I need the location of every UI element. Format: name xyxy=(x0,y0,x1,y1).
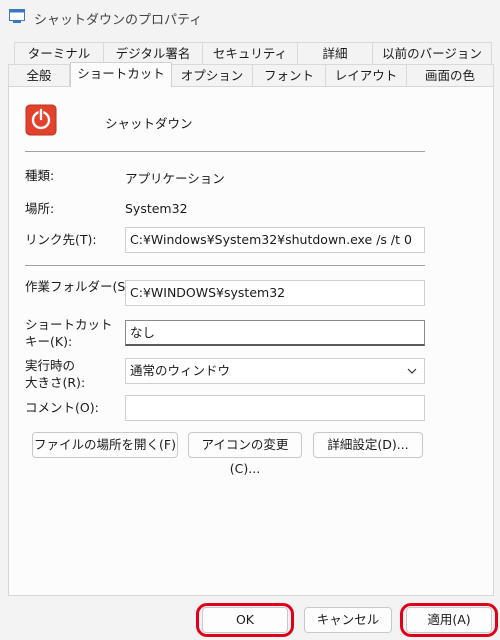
ok-button[interactable]: OK xyxy=(202,607,288,633)
window-title: シャットダウンのプロパティ xyxy=(34,13,203,28)
tab-options[interactable]: オプション xyxy=(171,64,253,86)
run-label-line1: 実行時の xyxy=(25,358,76,373)
location-label: 場所: xyxy=(25,201,55,216)
run-size-select[interactable]: 通常のウィンドウ xyxy=(125,358,425,384)
comment-label: コメント(O): xyxy=(25,400,99,415)
type-label: 種類: xyxy=(25,168,55,183)
advanced-button[interactable]: 詳細設定(D)... xyxy=(313,432,423,458)
hotkey-label-line2: キー(K): xyxy=(25,334,73,349)
tab-security[interactable]: セキュリティ xyxy=(202,42,298,64)
target-label: リンク先(T): xyxy=(25,232,97,247)
hotkey-field[interactable]: なし xyxy=(125,320,425,346)
tab-shortcut[interactable]: ショートカット xyxy=(70,62,172,87)
tab-layout[interactable]: レイアウト xyxy=(325,64,407,86)
open-file-location-button[interactable]: ファイルの場所を開く(F) xyxy=(32,432,178,458)
tab-terminal[interactable]: ターミナル xyxy=(14,42,104,64)
tab-font[interactable]: フォント xyxy=(252,64,326,86)
workdir-label: 作業フォルダー(S): xyxy=(25,279,135,294)
shortcut-name: シャットダウン xyxy=(105,116,193,131)
window-icon xyxy=(9,9,25,23)
cancel-button[interactable]: キャンセル xyxy=(304,607,392,633)
power-icon xyxy=(25,104,57,136)
separator xyxy=(25,151,425,152)
comment-field[interactable] xyxy=(125,395,425,421)
title-bar: シャットダウンのプロパティ xyxy=(0,0,500,34)
location-value: System32 xyxy=(125,201,188,216)
hotkey-label-line1: ショートカット xyxy=(25,317,113,332)
type-value: アプリケーション xyxy=(125,171,225,186)
separator xyxy=(25,265,425,266)
apply-button[interactable]: 適用(A) xyxy=(406,607,492,633)
run-label-line2: 大きさ(R): xyxy=(25,375,86,390)
change-icon-button[interactable]: アイコンの変更(C)... xyxy=(188,432,302,476)
tab-previous-versions[interactable]: 以前のバージョン xyxy=(372,42,492,64)
target-field[interactable]: C:¥Windows¥System32¥shutdown.exe /s /t 0 xyxy=(125,227,425,253)
tab-screen-colors[interactable]: 画面の色 xyxy=(406,64,494,86)
tab-details[interactable]: 詳細 xyxy=(297,42,373,64)
run-size-value: 通常のウィンドウ xyxy=(130,363,231,378)
tab-digital-signature[interactable]: デジタル署名 xyxy=(103,42,203,64)
tab-general[interactable]: 全般 xyxy=(8,64,70,86)
workdir-field[interactable]: C:¥WINDOWS¥system32 xyxy=(125,280,425,306)
chevron-down-icon xyxy=(407,368,417,374)
